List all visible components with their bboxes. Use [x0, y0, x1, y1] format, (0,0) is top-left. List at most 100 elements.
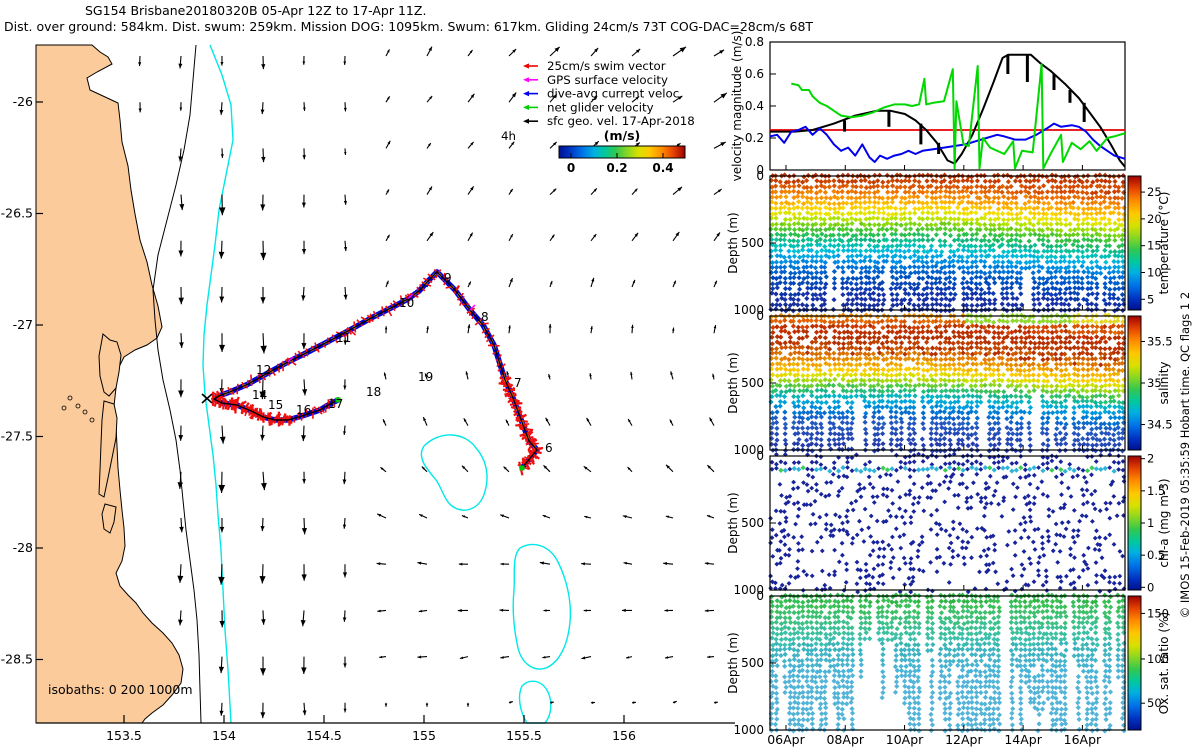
current-arrow-head: [260, 434, 265, 441]
current-arrow-head: [500, 514, 505, 518]
current-arrow-head: [466, 703, 470, 707]
section-panel-salinity: 05001000Depth (m)35.53534.5salinity: [726, 309, 1173, 457]
map-x-tick-label: 155.5: [506, 728, 542, 743]
islet: [75, 403, 81, 409]
current-arrow-head: [178, 63, 183, 69]
time-tick-label: 14Apr: [1004, 732, 1042, 747]
legend-entry-label: net glider velocity: [547, 100, 654, 114]
current-arrow-head: [260, 297, 266, 304]
legend-arrow-head: [523, 77, 529, 83]
islet: [89, 417, 95, 423]
map-colorbar-tick-label: 0.4: [652, 161, 673, 175]
map-x-tick-label: 153.5: [106, 728, 142, 743]
time-tick-label: 06Apr: [767, 732, 805, 747]
current-arrow-head: [178, 297, 184, 305]
current-arrow-head: [302, 389, 308, 396]
dive-number-label: 9: [444, 271, 452, 285]
current-arrow-head: [342, 524, 347, 529]
current-arrow-head: [500, 562, 504, 566]
current-arrow-head: [260, 109, 265, 115]
swim-vector: [288, 415, 292, 426]
current-arrow-head: [302, 107, 306, 111]
map-y-tick-label: -27.5: [1, 429, 33, 444]
dive-number-label: 16: [296, 403, 311, 417]
salinity-colorbar: [1127, 315, 1142, 451]
legend-arrow-head: [523, 91, 529, 97]
current-arrow-head: [260, 525, 265, 532]
map-x-tick-label: 156: [612, 728, 636, 743]
current-arrow-head: [386, 280, 389, 284]
current-arrow-head: [301, 528, 308, 535]
map-colorbar-tick-label: 0: [567, 161, 575, 175]
depth-tick-label: 0: [756, 169, 764, 183]
depth-tick-label: 500: [741, 516, 764, 530]
dive-number-label: 14: [252, 388, 267, 402]
current-arrow-head: [384, 326, 388, 330]
colorbar-tick-label: 34.5: [1147, 418, 1173, 432]
current-arrow-head: [219, 710, 224, 716]
oxygen-frame: [769, 595, 1126, 731]
current-arrow-head: [707, 515, 711, 518]
current-arrow-head: [138, 108, 142, 113]
current-arrow-head: [260, 252, 267, 261]
current-arrow-head: [218, 484, 226, 494]
time-tick-label: 08Apr: [826, 732, 864, 747]
map-x-tick-label: 154: [212, 728, 236, 743]
colorbar-tick-label: 35.5: [1147, 334, 1173, 348]
subsample-label: 4h: [501, 129, 516, 143]
depth-tick-label: 0: [756, 309, 764, 323]
current-arrow-head: [509, 701, 513, 704]
depth-tick-label: 500: [741, 236, 764, 250]
velocity-frame: [769, 41, 1126, 171]
isobath-eddy-1: [420, 434, 488, 511]
current-arrow-head: [342, 479, 347, 485]
current-arrow-head: [218, 576, 225, 585]
isobaths-label: isobaths: 0 200 1000m: [48, 682, 193, 697]
map-colorbar-title: (m/s): [604, 128, 640, 143]
salinity-scatter: [1071, 312, 1127, 325]
current-arrow-head: [621, 608, 626, 613]
current-arrow-head: [302, 61, 306, 65]
current-arrow-head: [220, 61, 224, 66]
legend-arrow-head: [523, 104, 529, 110]
current-arrow-head: [260, 345, 267, 354]
current-arrow-head: [261, 619, 266, 625]
depth-axis-label: Depth (m): [726, 492, 740, 553]
map-y-tick-label: -26: [13, 94, 33, 109]
dive-number-label: 6: [545, 441, 553, 455]
legend-entry-label: sfc geo. vel. 17-Apr-2018: [547, 114, 695, 128]
salinity-scatter: [964, 312, 1073, 325]
current-arrow-head: [301, 667, 307, 675]
imos-watermark: © IMOS 15-Feb-2019 05:35:59 Hobart time.…: [1178, 291, 1192, 619]
current-arrow-head: [179, 526, 184, 533]
time-tick-label: 10Apr: [886, 732, 924, 747]
current-arrow-head: [302, 479, 306, 484]
current-arrow-head: [301, 435, 307, 442]
map-y-tick-label: -27: [13, 317, 33, 332]
current-arrow-head: [343, 200, 348, 205]
temperature-frame: [769, 175, 1126, 311]
dive-number-label: 10: [399, 296, 414, 310]
current-arrow-head: [670, 371, 673, 375]
dive-number-label: 18: [366, 385, 381, 399]
dive-number-label: 7: [514, 376, 522, 390]
oxygen-colorbar: [1127, 595, 1142, 731]
current-arrow-head: [219, 436, 226, 444]
oxygen-colorbar-label: Ox. sat. ratio (%): [1157, 612, 1171, 714]
current-arrow-head: [704, 609, 709, 613]
current-arrow-head: [177, 619, 183, 626]
legend-entry-label: dive-avg current veloc.: [547, 87, 683, 101]
current-arrow-head: [343, 385, 347, 390]
colorbar-tick-label: 2: [1147, 452, 1154, 466]
velocity-panel: 0 0.2 0.4 0.6 0.8velocity magnitude (m/s): [730, 31, 1126, 181]
temperature-colorbar: [1127, 175, 1142, 311]
legend-entry-label: 25cm/s swim vector: [547, 59, 666, 73]
current-arrow-head: [179, 107, 183, 111]
current-arrow-head: [583, 609, 587, 612]
salinity-scatter: [769, 323, 1126, 368]
map-y-tick-label: -26.5: [1, 206, 33, 221]
dive-number-label: 12: [256, 363, 271, 377]
current-arrow-head: [343, 107, 347, 112]
map-panel: 6 7 8 9 10 11 12 1415 16 17 18 19 153.5 154 154.5 155 15…: [1, 44, 735, 743]
colorbar-tick-label: 0: [1147, 580, 1154, 594]
